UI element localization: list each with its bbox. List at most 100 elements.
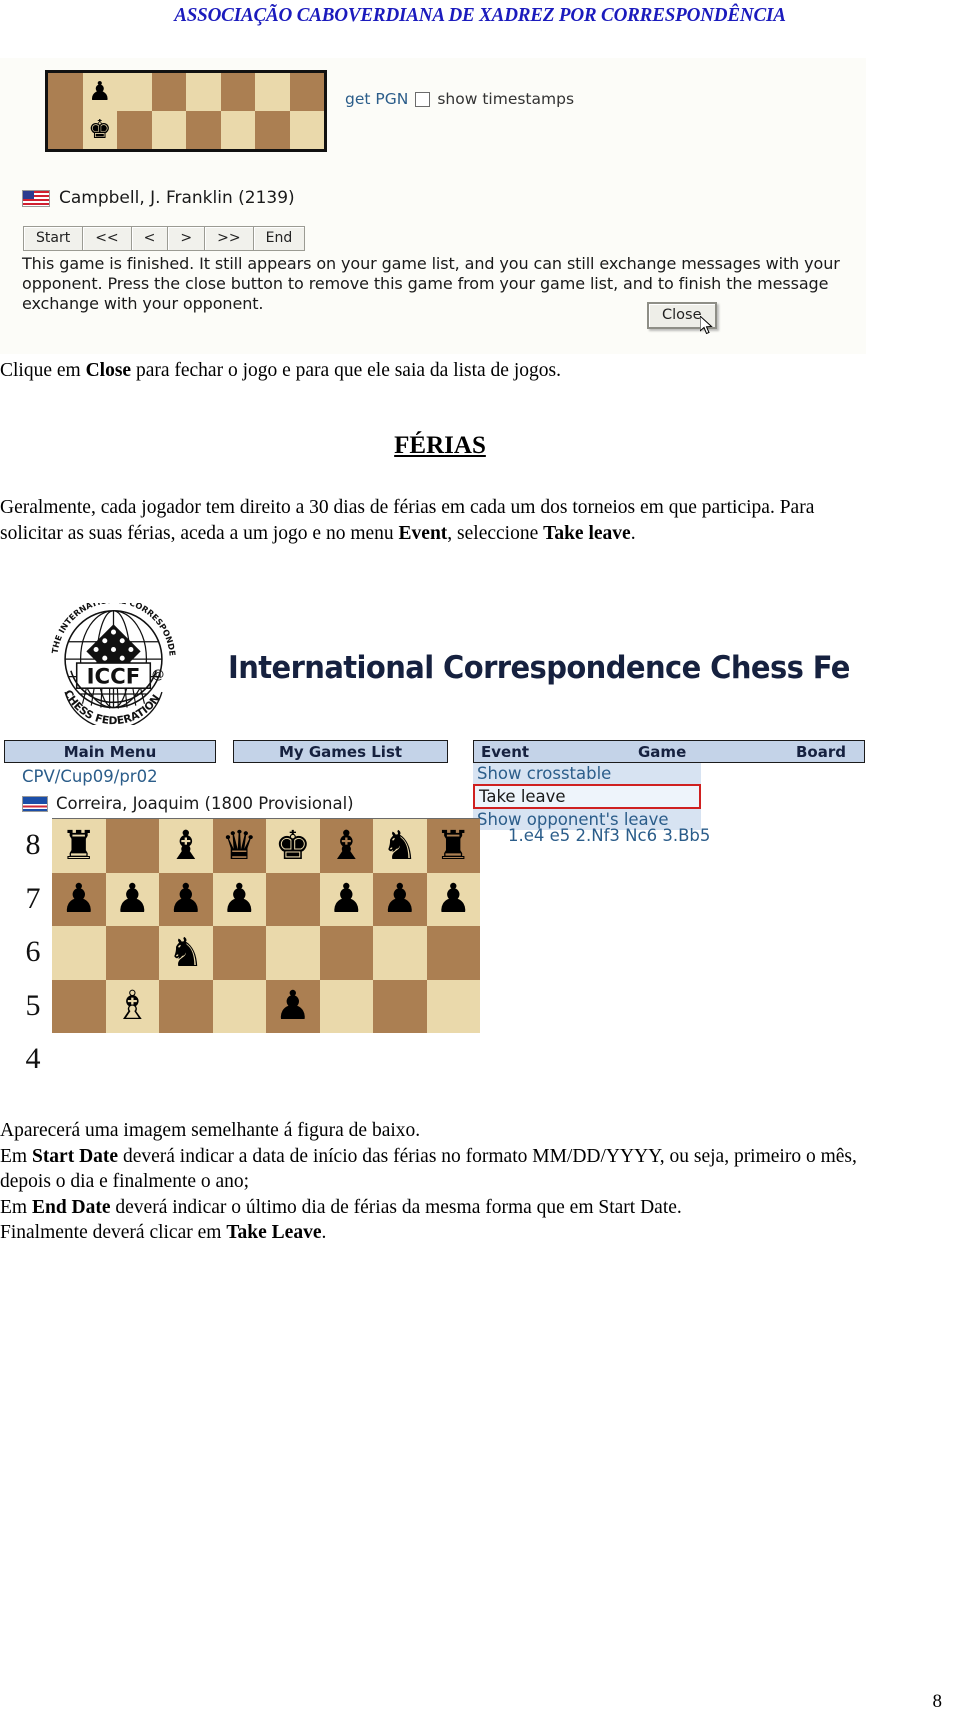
page-number: 8 (932, 1691, 943, 1712)
square-g8: ♞ (373, 819, 427, 873)
p3-l2-c: deverá indicar a data de início das féri… (0, 1145, 857, 1193)
screenshot-finished-game: ♟ ♚ get PGN show timestamps Campbell, J.… (0, 58, 866, 354)
opponent-row: Campbell, J. Franklin (2139) (22, 188, 295, 208)
rank-labels: 8 7 6 5 4 (16, 818, 50, 1086)
game-finished-message: This game is finished. It still appears … (22, 254, 840, 313)
p3-l3-a: Em (0, 1196, 32, 1218)
menu-item-take-leave[interactable]: Take leave (473, 784, 701, 809)
nav-end-button[interactable]: End (252, 226, 306, 251)
main-menu-button[interactable]: Main Menu (4, 740, 216, 763)
square-a5 (52, 979, 106, 1033)
pgn-controls: get PGN show timestamps (345, 90, 574, 108)
site-title: International Correspondence Chess Fe (228, 648, 850, 686)
square-h5 (426, 979, 480, 1033)
board-square (255, 111, 290, 149)
move-list: 1.e4 e5 2.Nf3 Nc6 3.Bb5 (508, 826, 711, 845)
rank-label-8: 8 (25, 828, 41, 861)
square-h8: ♜ (426, 819, 480, 873)
p3-line4: Finalmente deverá clicar em Take Leave. (0, 1220, 880, 1246)
nav-last-button[interactable]: >> (204, 226, 253, 251)
square-f8: ♝ (319, 819, 373, 873)
board-square (117, 73, 152, 111)
p3-line2: Em Start Date deverá indicar a data de i… (0, 1144, 880, 1195)
document-page: ASSOCIAÇÃO CABOVERDIANA DE XADREZ POR CO… (0, 0, 960, 1733)
square-b7: ♟ (105, 872, 159, 926)
square-e7 (266, 872, 320, 926)
rank-label-5: 5 (25, 988, 41, 1022)
square-h6 (426, 926, 480, 980)
rank-label-7: 7 (25, 881, 41, 915)
event-code[interactable]: CPV/Cup09/pr02 (22, 767, 158, 786)
p3-bold-start-date: Start Date (31, 1145, 119, 1167)
p3-l3-c: deverá indicar o último dia de férias da… (110, 1196, 682, 1218)
show-timestamps-checkbox[interactable] (415, 91, 431, 107)
board-square (48, 73, 83, 111)
board-square (151, 111, 186, 149)
rank-label-6: 6 (25, 935, 41, 968)
p3-l4-c: . (321, 1222, 327, 1243)
svg-text:ICCF: ICCF (87, 664, 141, 689)
square-d7: ♟ (212, 872, 266, 926)
square-c8: ♝ (159, 819, 213, 873)
chess-board-main[interactable]: ♜ ♝ ♛ ♚ ♝ ♞ ♜ ♟ ♟ ♟ ♟ ♟ ♟ ♟ ♞ ♗ ♟ (52, 818, 480, 1059)
square-d8: ♛ (212, 819, 266, 873)
square-f7: ♟ (319, 872, 373, 926)
p1-bold-close: Close (85, 360, 132, 381)
p3-line1: Aparecerá uma imagem semelhante á figura… (0, 1120, 421, 1141)
nav-first-button[interactable]: << (82, 226, 131, 251)
opponent-name: Campbell, J. Franklin (2139) (59, 188, 295, 208)
menu-item-show-crosstable[interactable]: Show crosstable (473, 763, 701, 784)
square-d5 (212, 979, 266, 1033)
square-g6 (373, 926, 427, 980)
event-game-board-menu[interactable] (473, 740, 865, 763)
svg-text:@: @ (152, 667, 165, 682)
nav-prev-button[interactable]: < (130, 226, 168, 251)
paragraph-close-instruction: Clique em Close para fechar o jogo e par… (0, 358, 870, 384)
square-b6 (105, 926, 159, 980)
rank-label-4: 4 (25, 1042, 41, 1075)
nav-start-button[interactable]: Start (23, 226, 83, 251)
us-flag-icon (22, 189, 50, 207)
chess-board-grid: ♟ ♚ (48, 73, 324, 149)
board-square (220, 73, 255, 111)
board-square (255, 73, 290, 111)
p2-bold-event: Event (398, 522, 448, 544)
square-g7: ♟ (373, 872, 427, 926)
square-g5 (373, 979, 427, 1033)
paragraph-take-leave-instructions: Aparecerá uma imagem semelhante á figura… (0, 1118, 880, 1246)
close-button[interactable]: Close (647, 302, 717, 329)
square-c7: ♟ (159, 872, 213, 926)
get-pgn-link[interactable]: get PGN (345, 90, 408, 108)
menu-bar: Main Menu My Games List (0, 740, 880, 765)
document-header: ASSOCIAÇÃO CABOVERDIANA DE XADREZ POR CO… (0, 4, 960, 27)
square-a6 (52, 926, 106, 980)
nav-next-button[interactable]: > (167, 226, 205, 251)
board-square (151, 73, 186, 111)
p2-bold-take-leave: Take leave (543, 522, 631, 544)
cape-verde-flag-icon (22, 795, 48, 812)
p1-part2: para fechar o jogo e para que ele saia d… (131, 360, 561, 381)
square-e8: ♚ (266, 819, 320, 873)
board-square (117, 111, 152, 149)
square-h7: ♟ (426, 872, 480, 926)
chess-board-squares: ♜ ♝ ♛ ♚ ♝ ♞ ♜ ♟ ♟ ♟ ♟ ♟ ♟ ♟ ♞ ♗ ♟ (52, 819, 480, 1059)
p3-l2-a: Em (0, 1145, 32, 1167)
move-navigation-buttons: Start << < > >> End (23, 226, 306, 251)
paragraph-vacation-explanation: Geralmente, cada jogador tem direito a 3… (0, 495, 872, 546)
p2-part2: , seleccione (447, 522, 544, 544)
p3-bold-end-date: End Date (31, 1196, 111, 1218)
page-title: ASSOCIAÇÃO CABOVERDIANA DE XADREZ POR CO… (174, 4, 786, 26)
square-d6 (212, 926, 266, 980)
board-square (186, 111, 221, 149)
board-square (186, 73, 221, 111)
square-a8: ♜ (52, 819, 106, 873)
show-timestamps-label: show timestamps (437, 90, 575, 108)
board-square (48, 111, 83, 149)
chess-board-fragment: ♟ ♚ (45, 70, 327, 152)
board-square (220, 111, 255, 149)
square-b8 (105, 819, 159, 873)
square-e5: ♟ (266, 979, 320, 1033)
p3-bold-take-leave: Take Leave (226, 1222, 322, 1243)
my-games-list-button[interactable]: My Games List (233, 740, 448, 763)
p2-part3: . (630, 522, 636, 544)
